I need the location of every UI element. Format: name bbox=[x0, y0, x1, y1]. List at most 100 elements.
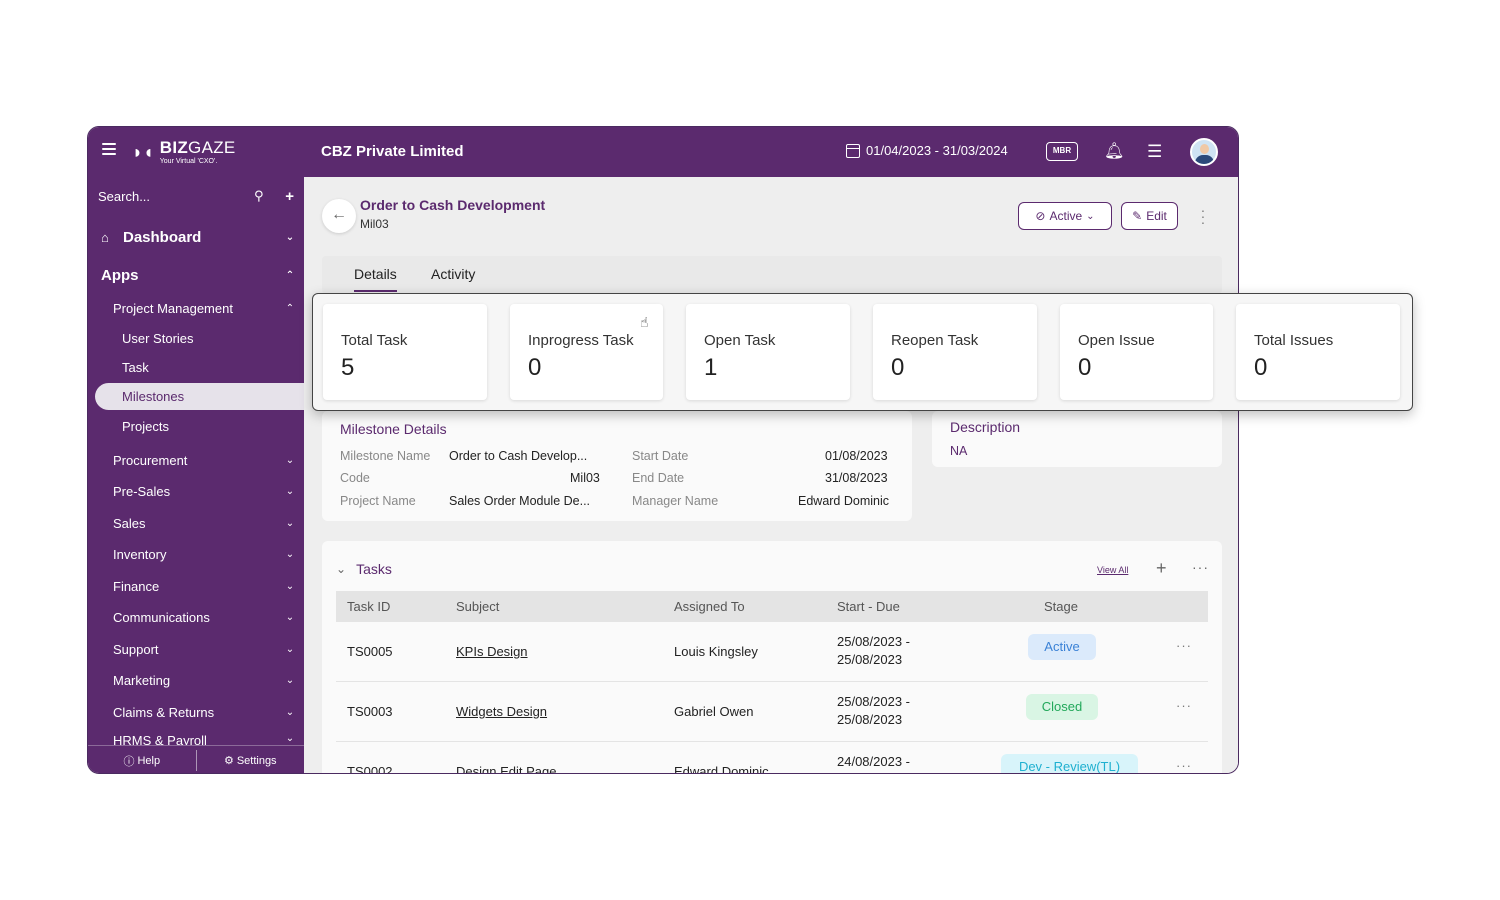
tasks-header[interactable]: ⌄ Tasks bbox=[336, 561, 392, 577]
task-subject-link[interactable]: Widgets Design bbox=[456, 704, 547, 719]
bell-icon[interactable]: 🔔︎ bbox=[1104, 141, 1124, 161]
field-value: 31/08/2023 bbox=[825, 471, 888, 485]
stat-card-total-task[interactable]: Total Task 5 bbox=[323, 304, 487, 400]
chevron-up-icon: ⌃ bbox=[285, 269, 295, 281]
sidebar-item-sales[interactable]: Sales ⌄ bbox=[88, 512, 304, 534]
gear-icon: ⚙ bbox=[223, 755, 234, 767]
stage-badge: Dev - Review(TL) bbox=[1001, 754, 1138, 773]
stat-card-inprogress-task[interactable]: Inprogress Task 0 ☝ bbox=[510, 304, 663, 400]
sidebar-item-milestones[interactable]: Milestones bbox=[95, 383, 304, 410]
sidebar-item-pre-sales[interactable]: Pre-Sales ⌄ bbox=[88, 480, 304, 502]
sidebar-item-projects[interactable]: Projects bbox=[88, 415, 304, 437]
add-task-icon[interactable]: + bbox=[1156, 558, 1167, 579]
status-dropdown-button[interactable]: ⊘ Active ⌄ bbox=[1018, 202, 1112, 230]
chevron-down-icon: ⌄ bbox=[285, 548, 295, 560]
view-all-link[interactable]: View All bbox=[1097, 565, 1128, 575]
chevron-down-icon: ⌄ bbox=[285, 517, 295, 529]
stat-label: Open Issue bbox=[1078, 332, 1155, 349]
milestone-details-card: Milestone Details Milestone Name Order t… bbox=[322, 411, 912, 521]
row-more-icon[interactable]: ··· bbox=[1176, 698, 1192, 713]
sidebar-item-support[interactable]: Support ⌄ bbox=[88, 638, 304, 660]
stat-card-open-issue[interactable]: Open Issue 0 bbox=[1060, 304, 1213, 400]
task-stats-panel: Total Task 5 Inprogress Task 0 ☝ Open Ta… bbox=[312, 293, 1413, 411]
task-due: 25/08/2023 bbox=[837, 712, 903, 727]
column-header: Assigned To bbox=[674, 599, 745, 614]
task-id: TS0003 bbox=[347, 704, 393, 719]
task-dates: 24/08/2023 - bbox=[837, 753, 910, 771]
main-content: ← Order to Cash Development Mil03 ⊘ Acti… bbox=[304, 177, 1238, 774]
sidebar-search[interactable]: Search... ⚲ + bbox=[98, 183, 294, 209]
table-row[interactable]: TS0003 Widgets Design Gabriel Owen 25/08… bbox=[336, 682, 1208, 742]
sidebar-item-procurement[interactable]: Procurement ⌄ bbox=[88, 449, 304, 471]
chevron-down-icon[interactable]: ⌄ bbox=[336, 562, 346, 576]
sidebar-item-user-stories[interactable]: User Stories bbox=[88, 327, 304, 349]
sidebar-item-communications[interactable]: Communications ⌄ bbox=[88, 606, 304, 628]
field-end-date: End Date bbox=[632, 471, 684, 485]
help-button[interactable]: ⓘ Help bbox=[88, 746, 196, 773]
chevron-up-icon: ⌃ bbox=[285, 302, 295, 314]
task-id: TS0005 bbox=[347, 644, 393, 659]
page-title: Order to Cash Development bbox=[360, 197, 546, 213]
sidebar-item-finance[interactable]: Finance ⌄ bbox=[88, 575, 304, 597]
date-range-picker[interactable]: 01/04/2023 - 31/03/2024 bbox=[846, 143, 1008, 158]
sidebar-item-label: Procurement bbox=[113, 452, 188, 468]
row-more-icon[interactable]: ··· bbox=[1176, 758, 1192, 773]
sidebar-item-inventory[interactable]: Inventory ⌄ bbox=[88, 543, 304, 565]
description-value: NA bbox=[950, 444, 968, 458]
stat-value: 0 bbox=[1078, 354, 1092, 381]
add-icon[interactable]: + bbox=[274, 188, 294, 205]
tab-activity[interactable]: Activity bbox=[431, 266, 475, 282]
stat-label: Total Issues bbox=[1254, 332, 1334, 349]
settings-button[interactable]: ⚙ Settings bbox=[197, 746, 305, 773]
task-subject-link[interactable]: KPIs Design bbox=[456, 644, 528, 659]
menu-icon[interactable] bbox=[102, 143, 116, 157]
sidebar-item-claims-returns[interactable]: Claims & Returns ⌄ bbox=[88, 701, 304, 723]
logo-text: BIZ bbox=[159, 138, 189, 157]
sidebar-item-label: Communications bbox=[113, 609, 210, 625]
task-assignee: Louis Kingsley bbox=[674, 644, 758, 659]
logo[interactable]: ◗◖ BIZGAZE Your Virtual 'CXO'. bbox=[132, 137, 236, 167]
tasks-section: ⌄ Tasks View All + ··· Task ID Subject A… bbox=[322, 541, 1222, 774]
column-header: Start - Due bbox=[837, 599, 900, 614]
edit-label: Edit bbox=[1146, 209, 1167, 223]
sidebar-item-task[interactable]: Task bbox=[88, 356, 304, 378]
stat-card-total-issues[interactable]: Total Issues 0 bbox=[1236, 304, 1400, 400]
table-row[interactable]: TS0005 KPIs Design Louis Kingsley 25/08/… bbox=[336, 622, 1208, 682]
back-arrow-icon[interactable]: ← bbox=[322, 199, 356, 233]
edit-button[interactable]: ✎ Edit bbox=[1121, 202, 1178, 230]
table-row[interactable]: TS0002 Design Edit Page Edward Dominic 2… bbox=[336, 742, 1208, 774]
list-icon[interactable]: ☰ bbox=[1147, 142, 1162, 162]
field-start-date: Start Date bbox=[632, 449, 688, 463]
row-more-icon[interactable]: ··· bbox=[1176, 638, 1192, 653]
chevron-down-icon: ⌄ bbox=[285, 674, 295, 686]
mbr-button[interactable]: MBR bbox=[1046, 142, 1078, 161]
avatar[interactable] bbox=[1190, 138, 1218, 166]
date-range-text: 01/04/2023 - 31/03/2024 bbox=[866, 143, 1008, 158]
sidebar-item-hrms-payroll[interactable]: HRMS & Payroll ⌄ bbox=[88, 733, 304, 745]
top-bar: ◗◖ BIZGAZE Your Virtual 'CXO'. CBZ Priva… bbox=[88, 127, 1238, 177]
more-options-icon[interactable]: · · · bbox=[1199, 203, 1207, 229]
stat-card-open-task[interactable]: Open Task 1 bbox=[686, 304, 850, 400]
sidebar-item-apps[interactable]: Apps ⌃ bbox=[88, 263, 304, 287]
chevron-down-icon: ⌄ bbox=[285, 231, 295, 243]
task-assignee: Edward Dominic bbox=[674, 764, 769, 774]
field-value: 01/08/2023 bbox=[825, 449, 888, 463]
chevron-down-icon: ⌄ bbox=[285, 611, 295, 623]
more-horizontal-icon[interactable]: ··· bbox=[1192, 559, 1209, 575]
sidebar-item-label: Inventory bbox=[113, 546, 167, 562]
tab-details[interactable]: Details bbox=[354, 266, 397, 292]
search-icon[interactable]: ⚲ bbox=[254, 188, 274, 204]
search-input[interactable]: Search... bbox=[98, 189, 254, 204]
help-label: Help bbox=[137, 754, 161, 767]
sidebar-item-project-management[interactable]: Project Management ⌃ bbox=[88, 297, 304, 319]
task-start: 25/08/2023 - bbox=[837, 694, 911, 709]
sidebar-item-label: Finance bbox=[113, 578, 160, 594]
sidebar-footer: ⓘ Help ⚙ Settings bbox=[88, 745, 305, 773]
sidebar-item-marketing[interactable]: Marketing ⌄ bbox=[88, 669, 304, 691]
company-name[interactable]: CBZ Private Limited bbox=[321, 143, 464, 160]
stat-card-reopen-task[interactable]: Reopen Task 0 bbox=[873, 304, 1037, 400]
stat-value: 0 bbox=[528, 354, 542, 381]
logo-tagline: Your Virtual 'CXO'. bbox=[159, 158, 218, 165]
task-subject-link[interactable]: Design Edit Page bbox=[456, 764, 556, 773]
sidebar-item-dashboard[interactable]: ⌂ Dashboard ⌄ bbox=[88, 225, 304, 249]
